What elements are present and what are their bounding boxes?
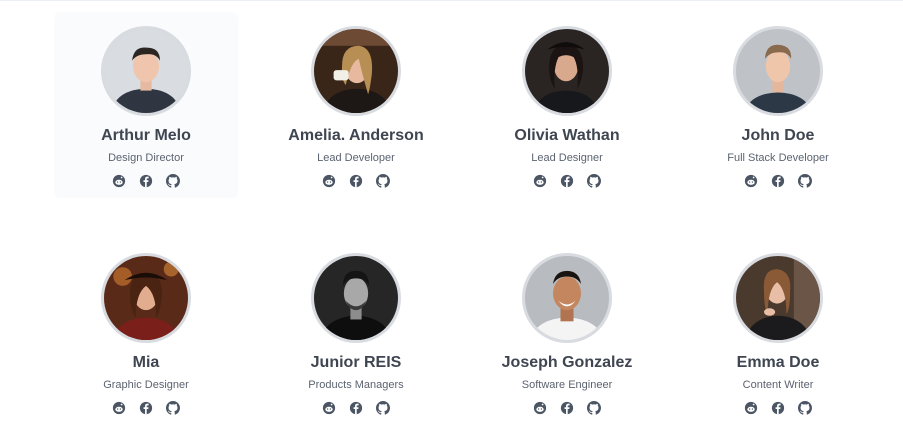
avatar	[522, 26, 612, 116]
avatar	[311, 26, 401, 116]
github-icon[interactable]	[376, 174, 390, 188]
member-role: Lead Designer	[531, 152, 603, 164]
reddit-icon[interactable]	[322, 174, 336, 188]
reddit-icon[interactable]	[744, 174, 758, 188]
member-name: John Doe	[741, 127, 815, 144]
reddit-icon[interactable]	[112, 174, 126, 188]
team-grid: Arthur Melo Design Director Amelia. Ande…	[0, 0, 903, 436]
facebook-icon[interactable]	[139, 401, 153, 415]
social-links	[686, 401, 870, 415]
social-links	[475, 174, 659, 188]
github-icon[interactable]	[376, 401, 390, 415]
member-name: Olivia Wathan	[514, 127, 620, 144]
reddit-icon[interactable]	[533, 401, 547, 415]
github-icon[interactable]	[166, 401, 180, 415]
github-icon[interactable]	[587, 174, 601, 188]
avatar	[101, 26, 191, 116]
member-name: Amelia. Anderson	[288, 127, 424, 144]
team-card: Junior REIS Products Managers	[264, 239, 448, 425]
member-role: Content Writer	[742, 379, 814, 391]
team-card: John Doe Full Stack Developer	[686, 12, 870, 198]
avatar	[733, 253, 823, 343]
github-icon[interactable]	[798, 401, 812, 415]
social-links	[54, 401, 238, 415]
github-icon[interactable]	[166, 174, 180, 188]
member-role: Full Stack Developer	[727, 152, 829, 164]
github-icon[interactable]	[587, 401, 601, 415]
reddit-icon[interactable]	[533, 174, 547, 188]
avatar	[733, 26, 823, 116]
team-card: Joseph Gonzalez Software Engineer	[475, 239, 659, 425]
member-role: Products Managers	[308, 379, 404, 391]
team-card: Arthur Melo Design Director	[54, 12, 238, 198]
avatar	[101, 253, 191, 343]
member-role: Graphic Designer	[103, 379, 189, 391]
reddit-icon[interactable]	[744, 401, 758, 415]
member-role: Lead Developer	[317, 152, 395, 164]
facebook-icon[interactable]	[349, 401, 363, 415]
member-role: Design Director	[108, 152, 184, 164]
member-name: Mia	[132, 354, 160, 371]
social-links	[264, 401, 448, 415]
social-links	[54, 174, 238, 188]
avatar	[522, 253, 612, 343]
reddit-icon[interactable]	[112, 401, 126, 415]
social-links	[686, 174, 870, 188]
team-card: Emma Doe Content Writer	[686, 239, 870, 425]
social-links	[264, 174, 448, 188]
member-name: Arthur Melo	[101, 127, 191, 144]
facebook-icon[interactable]	[349, 174, 363, 188]
member-name: Joseph Gonzalez	[501, 354, 633, 371]
avatar	[311, 253, 401, 343]
facebook-icon[interactable]	[560, 401, 574, 415]
team-card: Amelia. Anderson Lead Developer	[264, 12, 448, 198]
facebook-icon[interactable]	[771, 174, 785, 188]
facebook-icon[interactable]	[139, 174, 153, 188]
team-card: Mia Graphic Designer	[54, 239, 238, 425]
team-card: Olivia Wathan Lead Designer	[475, 12, 659, 198]
facebook-icon[interactable]	[771, 401, 785, 415]
member-name: Emma Doe	[736, 354, 820, 371]
reddit-icon[interactable]	[322, 401, 336, 415]
social-links	[475, 401, 659, 415]
github-icon[interactable]	[798, 174, 812, 188]
member-role: Software Engineer	[521, 379, 613, 391]
member-name: Junior REIS	[310, 354, 402, 371]
facebook-icon[interactable]	[560, 174, 574, 188]
